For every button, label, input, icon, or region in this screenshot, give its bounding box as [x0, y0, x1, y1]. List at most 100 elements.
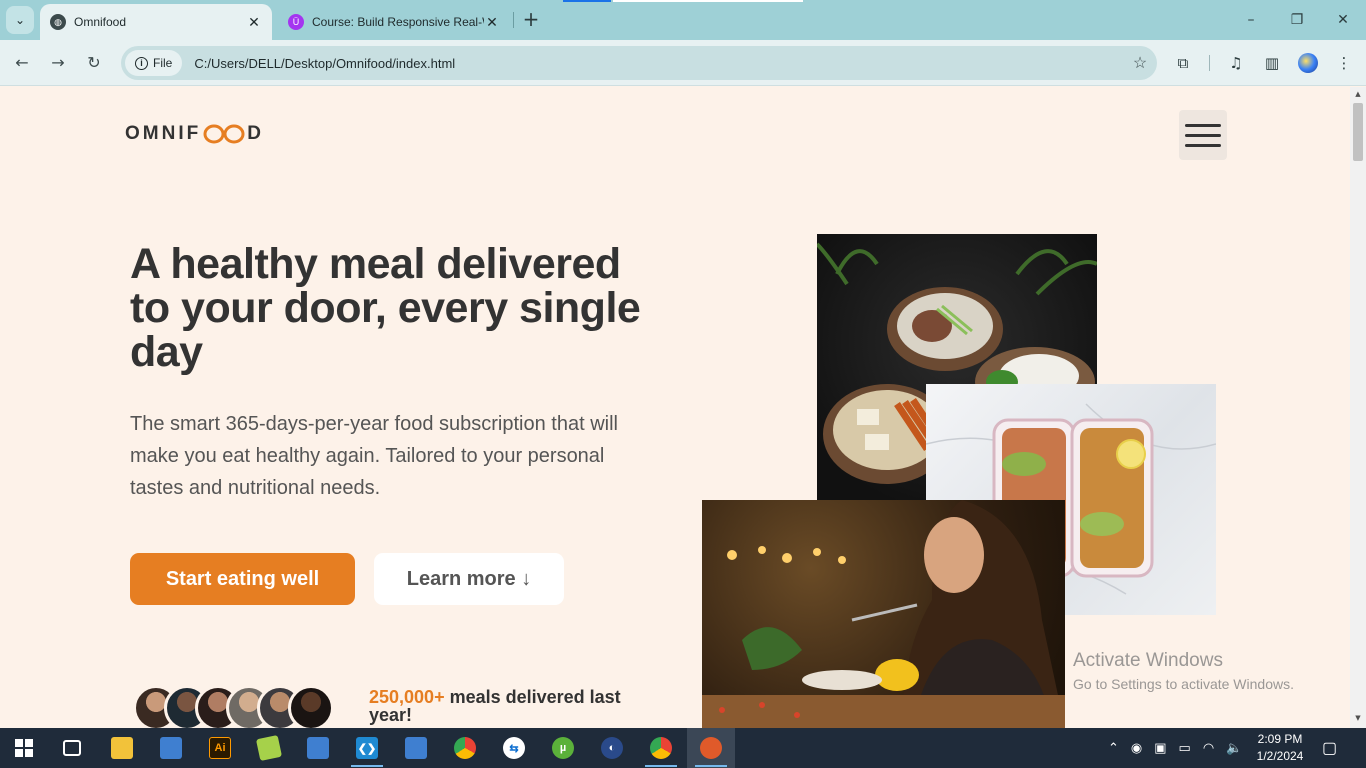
close-icon[interactable]: ✕ — [246, 14, 262, 31]
teamviewer-icon: ⇆ — [503, 737, 525, 759]
start-eating-button[interactable]: Start eating well — [130, 553, 355, 605]
arrow-right-icon: → — [51, 53, 65, 72]
logo-infinity-mark — [203, 124, 245, 144]
menu-kebab-icon[interactable]: ⋮ — [1332, 51, 1356, 75]
tab-separator — [513, 12, 514, 28]
scroll-up-arrow-icon[interactable]: ▲ — [1350, 90, 1366, 98]
volume-icon[interactable]: 🔈 — [1226, 740, 1242, 756]
scrollbar-thumb[interactable] — [1353, 103, 1363, 161]
wifi-icon[interactable]: ◠ — [1203, 740, 1214, 756]
extensions-icon[interactable]: ⧉ — [1171, 51, 1195, 75]
taskbar-chrome[interactable] — [441, 728, 489, 768]
forward-button[interactable]: → — [45, 50, 71, 76]
omnifood-logo[interactable]: OMNIF D — [125, 123, 264, 145]
show-hidden-icons-chevron-icon[interactable]: ⌃ — [1108, 740, 1119, 756]
taskbar-utorrent[interactable]: µ — [539, 728, 587, 768]
app-icon — [700, 737, 722, 759]
menu-line — [1185, 133, 1221, 137]
notification-center-button[interactable]: ▢ — [1322, 728, 1337, 768]
watermark-title: Activate Windows — [1073, 650, 1223, 671]
site-info-chip[interactable]: i File — [125, 50, 183, 76]
taskbar-illustrator[interactable]: Ai — [196, 728, 244, 768]
taskbar-app-window[interactable] — [147, 728, 195, 768]
taskbar-app-window-3[interactable] — [392, 728, 440, 768]
task-view-button[interactable] — [48, 728, 96, 768]
taskbar-file-explorer[interactable] — [98, 728, 146, 768]
tab-title: Omnifood — [74, 15, 127, 29]
tab-search-button[interactable]: ⌄ — [6, 6, 34, 34]
hero-heading: A healthy meal delivered to your door, e… — [130, 240, 641, 376]
meet-now-icon[interactable]: ▣ — [1154, 740, 1166, 756]
app-window-icon — [405, 737, 427, 759]
taskbar-vscode[interactable]: ❮❯ — [343, 728, 391, 768]
meals-delivered-count: 250,000+ — [369, 687, 445, 707]
learn-more-button[interactable]: Learn more ↓ — [374, 553, 564, 605]
side-panel-icon[interactable]: ▥ — [1260, 51, 1284, 75]
globe-icon: ◍ — [50, 14, 66, 30]
hero-description: The smart 365-days-per-year food subscri… — [130, 413, 618, 499]
illustrator-icon: Ai — [209, 737, 231, 759]
page-scrollbar[interactable]: ▲ ▼ — [1350, 87, 1366, 728]
tab-title: Course: Build Responsive Real-W — [312, 15, 484, 29]
profile-avatar[interactable] — [1296, 51, 1320, 75]
media-control-icon[interactable]: ♫ — [1224, 51, 1248, 75]
taskbar-active-app[interactable] — [687, 728, 735, 768]
new-tab-button[interactable]: + — [520, 8, 542, 32]
tab-course[interactable]: Ü Course: Build Responsive Real-W ✕ — [278, 4, 510, 40]
utorrent-icon: µ — [552, 737, 574, 759]
close-icon[interactable]: ✕ — [484, 14, 500, 31]
minimize-button[interactable]: – — [1228, 8, 1274, 32]
meals-delivered-text: 250,000+ meals delivered last year! — [369, 688, 659, 724]
vscode-icon: ❮❯ — [356, 737, 378, 759]
menu-line — [1185, 143, 1221, 147]
app-window-icon — [307, 737, 329, 759]
record-icon[interactable]: ◉ — [1131, 740, 1142, 756]
taskbar-image-editor[interactable] — [245, 728, 293, 768]
browser-toolbar: ← → ↻ i File C:/Users/DELL/Desktop/Omnif… — [0, 40, 1366, 86]
start-button[interactable] — [0, 728, 48, 768]
notification-icon: ▢ — [1322, 740, 1338, 757]
windows-taskbar: Ai ❮❯ ⇆ µ ◐ ⌃ ◉ ▣ ▭ ◠ 🔈 2:09 PM 1/2/2024… — [0, 728, 1366, 768]
media-icon: ◐ — [601, 737, 623, 759]
system-clock[interactable]: 2:09 PM 1/2/2024 — [1252, 731, 1308, 765]
address-bar[interactable]: i File C:/Users/DELL/Desktop/Omnifood/in… — [121, 46, 1157, 80]
menu-line — [1185, 123, 1221, 127]
chevron-down-icon: ⌄ — [14, 13, 26, 27]
tab-strip-indicator-secondary — [613, 0, 803, 2]
task-view-icon — [63, 740, 81, 756]
mobile-menu-button[interactable] — [1179, 110, 1227, 160]
info-icon: i — [135, 56, 148, 70]
chrome-profile-icon — [650, 737, 672, 759]
taskbar-media[interactable]: ◐ — [588, 728, 636, 768]
web-page: OMNIF D A healthy meal delivered to your… — [0, 87, 1350, 728]
reload-button[interactable]: ↻ — [81, 50, 107, 76]
activate-windows-watermark: Activate Windows Go to Settings to activ… — [1073, 650, 1294, 692]
hero-image-woman-eating — [702, 500, 1065, 728]
taskbar-teamviewer[interactable]: ⇆ — [490, 728, 538, 768]
toolbar-divider — [1209, 55, 1210, 71]
windows-logo-icon — [15, 739, 33, 757]
clock-date: 1/2/2024 — [1256, 749, 1304, 763]
browser-tab-bar: ⌄ ◍ Omnifood ✕ Ü Course: Build Responsiv… — [0, 0, 1366, 40]
logo-text-end: D — [247, 123, 264, 144]
avatar — [288, 685, 334, 728]
udemy-icon: Ü — [288, 14, 304, 30]
tab-strip-indicator — [563, 0, 611, 2]
tab-omnifood[interactable]: ◍ Omnifood ✕ — [40, 4, 272, 40]
image-editor-icon — [255, 734, 283, 762]
close-window-button[interactable]: ✕ — [1320, 8, 1366, 32]
scroll-down-arrow-icon[interactable]: ▼ — [1350, 714, 1366, 722]
back-button[interactable]: ← — [9, 50, 35, 76]
customer-avatars — [133, 685, 334, 728]
chrome-icon — [454, 737, 476, 759]
bookmark-star-icon[interactable]: ☆ — [1123, 53, 1157, 73]
taskbar-app-window-2[interactable] — [294, 728, 342, 768]
url-text[interactable]: C:/Users/DELL/Desktop/Omnifood/index.htm… — [194, 56, 1123, 71]
clock-time: 2:09 PM — [1257, 732, 1303, 746]
battery-icon[interactable]: ▭ — [1179, 740, 1191, 756]
system-tray: ⌃ ◉ ▣ ▭ ◠ 🔈 — [1108, 728, 1242, 768]
arrow-left-icon: ← — [15, 53, 29, 72]
restore-button[interactable]: ❐ — [1274, 8, 1320, 32]
taskbar-chrome-profile[interactable] — [637, 728, 685, 768]
app-window-icon — [160, 737, 182, 759]
